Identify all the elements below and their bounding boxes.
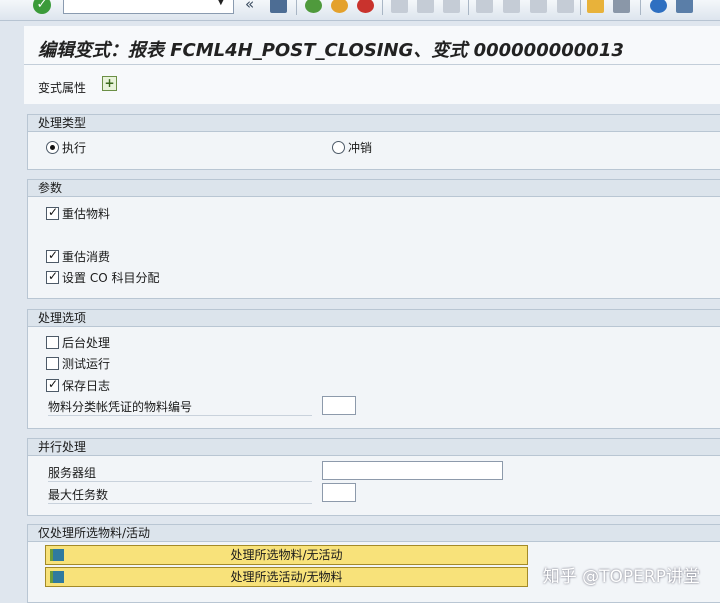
process-selected-materials-button[interactable]: 处理所选物料/无活动: [45, 545, 528, 565]
checkbox-set-co-assignment[interactable]: 设置 CO 科目分配: [46, 269, 159, 286]
save-icon[interactable]: [270, 0, 287, 13]
page-title: 编辑变式：报表 FCML4H_POST_CLOSING、变式 000000000…: [38, 40, 624, 61]
layout-icon[interactable]: [676, 0, 693, 13]
checkbox-label: 后台处理: [62, 336, 111, 350]
checkbox-save-log[interactable]: 保存日志: [46, 377, 110, 394]
radio-execute[interactable]: 执行: [46, 139, 86, 156]
ok-icon[interactable]: ✓: [33, 0, 51, 14]
materials-per-document-input[interactable]: [322, 396, 356, 415]
radio-button[interactable]: [332, 141, 345, 154]
group-processing-type: 处理类型 执行 冲销: [27, 114, 720, 170]
toolbar-separator: [468, 0, 469, 15]
radio-label: 执行: [62, 141, 87, 155]
system-toolbar: ✓ ▼ «: [0, 0, 720, 21]
checkbox-label: 重估消费: [62, 250, 111, 264]
checkbox-test-run[interactable]: 测试运行: [46, 355, 110, 372]
variant-attributes-button[interactable]: 变式属性: [38, 79, 86, 96]
group-title: 处理选项: [28, 310, 720, 327]
checkbox[interactable]: [46, 357, 59, 370]
watermark: 知乎 @TOPERP讲堂: [542, 567, 700, 587]
checkbox[interactable]: [46, 377, 59, 392]
group-title: 仅处理所选物料/活动: [28, 525, 720, 542]
checkbox[interactable]: [46, 269, 59, 284]
button-label: 处理所选物料/无活动: [230, 548, 343, 562]
toolbar-separator: [382, 0, 383, 15]
cancel-icon[interactable]: [357, 0, 374, 13]
server-group-input[interactable]: [322, 461, 503, 480]
toolbar-separator: [640, 0, 641, 15]
previous-page-icon[interactable]: [503, 0, 520, 13]
materials-per-document-label: 物料分类帐凭证的物料编号: [48, 398, 312, 416]
print-icon[interactable]: [391, 0, 408, 13]
checkbox-label: 保存日志: [62, 379, 111, 393]
toolbar-separator: [580, 0, 581, 15]
checkbox-label: 重估物料: [62, 207, 111, 221]
title-bar: 编辑变式：报表 FCML4H_POST_CLOSING、变式 000000000…: [24, 26, 720, 65]
group-title: 处理类型: [28, 115, 720, 132]
application-toolbar: 变式属性 +: [24, 65, 720, 104]
process-selected-activities-button[interactable]: 处理所选活动/无物料: [45, 567, 528, 587]
checkbox[interactable]: [46, 205, 59, 220]
group-title: 参数: [28, 180, 720, 197]
button-label: 处理所选活动/无物料: [230, 570, 343, 584]
max-tasks-label: 最大任务数: [48, 486, 312, 504]
checkbox-background-processing[interactable]: 后台处理: [46, 334, 110, 351]
chevron-down-icon[interactable]: ▼: [217, 0, 225, 7]
exit-icon[interactable]: [331, 0, 348, 13]
create-session-icon[interactable]: [587, 0, 604, 13]
toolbar-separator: [296, 0, 297, 15]
find-next-icon[interactable]: [443, 0, 460, 13]
max-tasks-input[interactable]: [322, 483, 356, 502]
group-processing-options: 处理选项 后台处理 测试运行 保存日志 物料分类帐凭证的物料编号: [27, 309, 720, 429]
next-page-icon[interactable]: [530, 0, 547, 13]
variant-attributes-icon[interactable]: +: [102, 76, 117, 91]
radio-button[interactable]: [46, 141, 59, 154]
first-page-icon[interactable]: [476, 0, 493, 13]
checkbox-label: 设置 CO 科目分配: [62, 271, 160, 285]
last-page-icon[interactable]: [557, 0, 574, 13]
checkbox-revalue-consumption[interactable]: 重估消费: [46, 248, 110, 265]
checkbox[interactable]: [46, 336, 59, 349]
checkbox-label: 测试运行: [62, 357, 111, 371]
checkbox-revalue-material[interactable]: 重估物料: [46, 205, 110, 222]
checkbox[interactable]: [46, 248, 59, 263]
back-icon[interactable]: [305, 0, 322, 13]
command-field[interactable]: [63, 0, 234, 14]
collapse-icon[interactable]: «: [245, 0, 254, 13]
group-title: 并行处理: [28, 439, 720, 456]
group-parameters: 参数 重估物料 重估消费 设置 CO 科目分配: [27, 179, 720, 299]
radio-label: 冲销: [348, 141, 373, 155]
group-parallel-processing: 并行处理 服务器组 最大任务数: [27, 438, 720, 516]
shortcut-icon[interactable]: [613, 0, 630, 13]
server-group-label: 服务器组: [48, 464, 312, 482]
help-icon[interactable]: [650, 0, 667, 13]
radio-reverse[interactable]: 冲销: [332, 139, 372, 156]
find-icon[interactable]: [417, 0, 434, 13]
